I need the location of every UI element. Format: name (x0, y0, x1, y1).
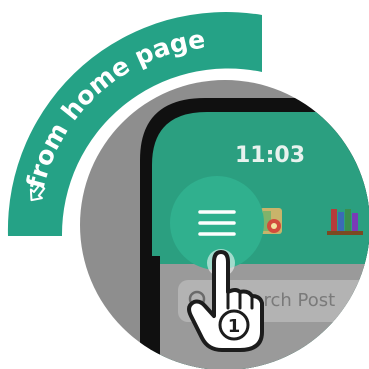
tutorial-illustration: from home page 11:03 Search Post 1 (7, 11, 369, 369)
status-time: 11:03 (235, 143, 305, 168)
step-number: 1 (228, 316, 241, 337)
step-badge: 1 (218, 309, 250, 341)
